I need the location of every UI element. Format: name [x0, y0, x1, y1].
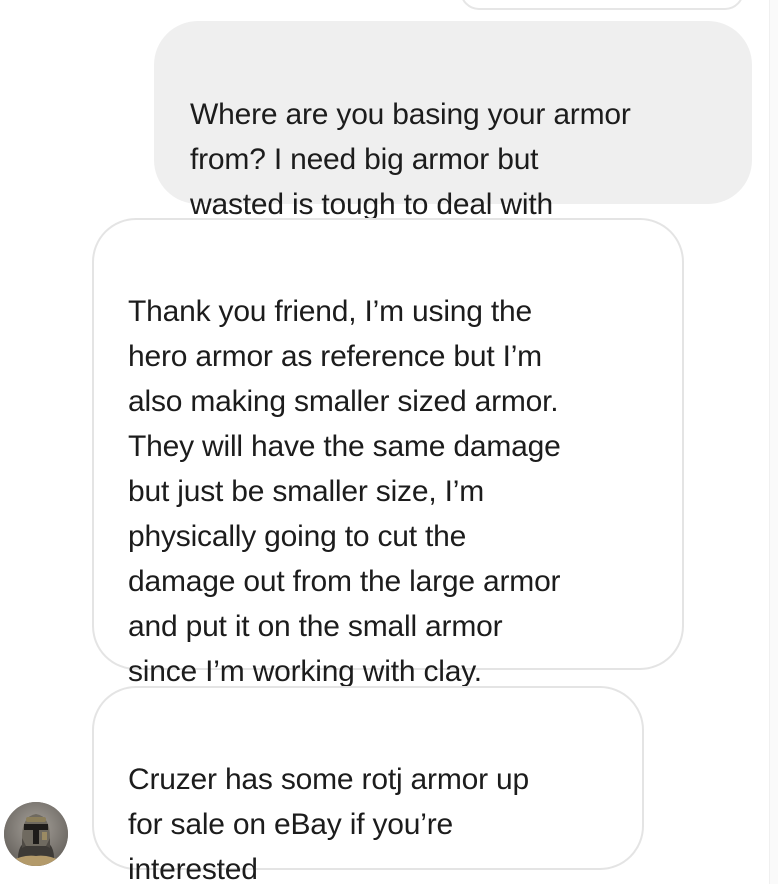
received-message-bubble[interactable]: Cruzer has some rotj armor up for sale o…: [92, 686, 644, 886]
sent-message-bubble[interactable]: Where are you basing your armor from? I …: [154, 21, 752, 221]
received-message-bubble[interactable]: Thank you friend, I’m using the hero arm…: [92, 218, 684, 688]
helmet-avatar-icon: [4, 802, 68, 866]
received-message-text: Cruzer has some rotj armor up for sale o…: [128, 763, 530, 886]
received-message-text: Thank you friend, I’m using the hero arm…: [128, 295, 561, 688]
previous-message-bubble[interactable]: [460, 0, 744, 10]
sent-message-text: Where are you basing your armor from? I …: [190, 98, 631, 221]
window-edge: [769, 0, 778, 884]
message-thread[interactable]: Where are you basing your armor from? I …: [0, 0, 778, 886]
sender-avatar[interactable]: [4, 802, 68, 866]
